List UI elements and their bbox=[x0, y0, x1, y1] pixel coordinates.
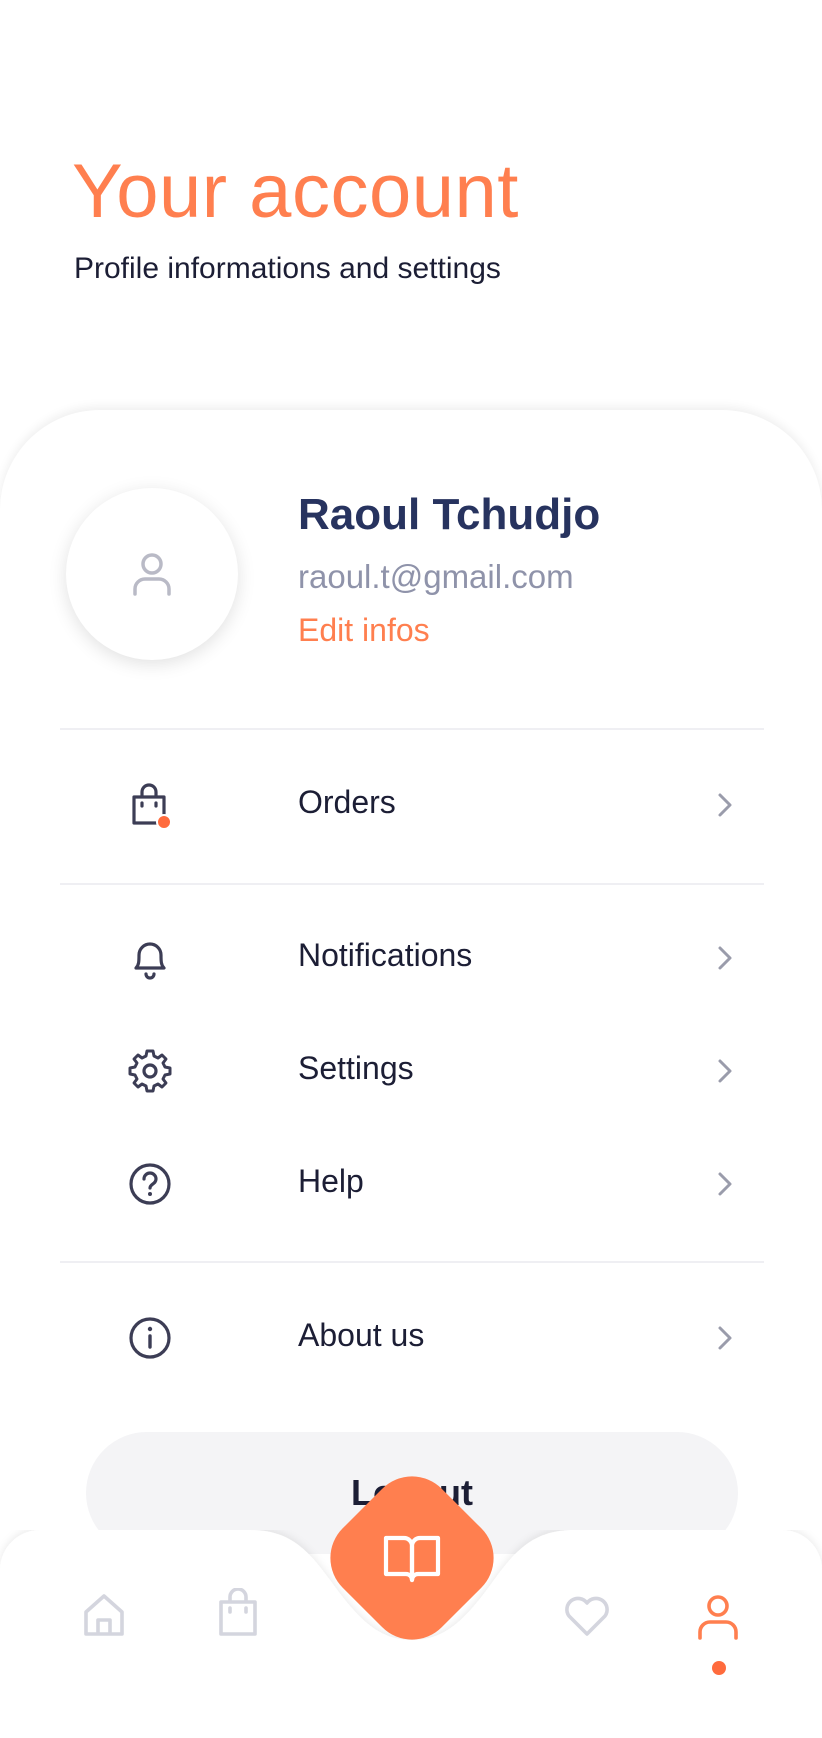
book-open-icon bbox=[383, 1535, 441, 1583]
menu-item-label: Help bbox=[298, 1163, 364, 1199]
account-screen: Your account Profile informations and se… bbox=[0, 0, 822, 1738]
chevron-right-icon bbox=[718, 946, 732, 970]
gear-icon bbox=[128, 1049, 172, 1093]
bell-icon bbox=[134, 942, 166, 980]
profile-name: Raoul Tchudjo bbox=[298, 490, 601, 539]
menu-item-settings[interactable]: Settings bbox=[60, 1026, 764, 1116]
divider bbox=[60, 1261, 764, 1263]
chevron-right-icon bbox=[718, 1172, 732, 1196]
chevron-right-icon bbox=[718, 1326, 732, 1350]
page-title: Your account bbox=[72, 149, 519, 234]
nav-account-button[interactable] bbox=[696, 1594, 740, 1645]
nav-home-button[interactable] bbox=[80, 1590, 128, 1643]
divider bbox=[60, 728, 764, 730]
shopping-bag-icon bbox=[219, 1587, 257, 1636]
help-circle-icon bbox=[129, 1163, 171, 1205]
avatar[interactable] bbox=[66, 488, 238, 660]
menu-item-orders[interactable]: Orders bbox=[60, 760, 764, 850]
menu-item-about-us[interactable]: About us bbox=[60, 1293, 764, 1383]
heart-icon bbox=[565, 1596, 609, 1636]
menu-item-label: Notifications bbox=[298, 937, 473, 973]
nav-favorites-button[interactable] bbox=[562, 1594, 612, 1643]
info-icon bbox=[129, 1317, 171, 1359]
menu-item-help[interactable]: Help bbox=[60, 1139, 764, 1229]
menu-item-label: Orders bbox=[298, 784, 396, 820]
edit-infos-link[interactable]: Edit infos bbox=[298, 612, 430, 649]
chevron-right-icon bbox=[718, 793, 732, 817]
active-indicator-dot bbox=[712, 1661, 726, 1675]
page-subtitle: Profile informations and settings bbox=[74, 252, 501, 285]
user-icon bbox=[133, 553, 171, 596]
menu-item-label: Settings bbox=[298, 1050, 414, 1086]
profile-email: raoul.t@gmail.com bbox=[298, 558, 574, 595]
nav-shop-button[interactable] bbox=[214, 1587, 262, 1643]
shopping-bag-icon bbox=[132, 783, 172, 829]
chevron-right-icon bbox=[718, 1059, 732, 1083]
menu-item-notifications[interactable]: Notifications bbox=[60, 913, 764, 1003]
divider bbox=[60, 883, 764, 885]
home-icon bbox=[84, 1594, 124, 1636]
menu-item-label: About us bbox=[298, 1317, 425, 1353]
user-icon bbox=[698, 1595, 738, 1640]
